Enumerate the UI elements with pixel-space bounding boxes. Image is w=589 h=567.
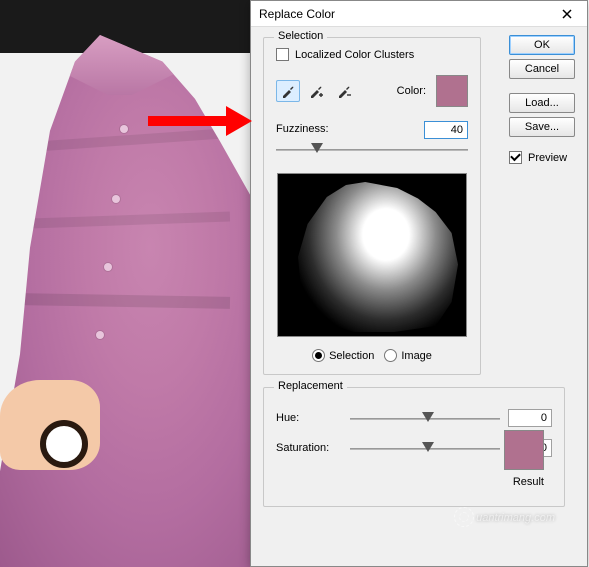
color-label: Color: (397, 85, 426, 97)
eyedropper-minus-icon (336, 83, 352, 99)
hue-slider[interactable] (350, 410, 500, 428)
fuzziness-slider[interactable] (276, 141, 468, 159)
result-label: Result (513, 476, 544, 488)
selection-legend: Selection (274, 30, 327, 42)
ok-button[interactable]: OK (509, 35, 575, 55)
result-color-swatch[interactable] (504, 430, 544, 470)
eyedropper-plus-icon (308, 83, 324, 99)
cancel-button[interactable]: Cancel (509, 59, 575, 79)
hue-input[interactable] (508, 409, 552, 427)
canvas-background (0, 0, 250, 567)
radio-selection-option[interactable]: Selection (312, 349, 374, 362)
eyedropper-add-tool[interactable] (304, 80, 328, 102)
radio-selection[interactable] (312, 349, 325, 362)
eyedropper-subtract-tool[interactable] (332, 80, 356, 102)
localized-clusters-checkbox[interactable] (276, 48, 289, 61)
fuzziness-thumb[interactable] (311, 143, 323, 153)
saturation-slider[interactable] (350, 440, 500, 458)
selection-group: Selection Localized Color Clusters Color… (263, 37, 481, 375)
selection-preview[interactable] (277, 173, 467, 337)
saturation-thumb[interactable] (422, 442, 434, 452)
dialog-title: Replace Color (259, 7, 547, 21)
subject-watch (40, 420, 88, 468)
fuzziness-input[interactable] (424, 121, 468, 139)
preview-checkbox[interactable] (509, 151, 522, 164)
eyedropper-tool[interactable] (276, 80, 300, 102)
selection-color-swatch[interactable] (436, 75, 468, 107)
hue-label: Hue: (276, 412, 342, 424)
hue-thumb[interactable] (422, 412, 434, 422)
localized-clusters-label: Localized Color Clusters (295, 49, 414, 61)
fuzziness-label: Fuzziness: (276, 123, 424, 135)
load-button[interactable]: Load... (509, 93, 575, 113)
preview-mask (298, 182, 458, 332)
dialog-titlebar[interactable]: Replace Color (251, 1, 587, 27)
close-icon (562, 9, 572, 19)
replacement-group: Replacement Hue: Saturation: (263, 387, 565, 507)
preview-label: Preview (528, 152, 567, 164)
saturation-label: Saturation: (276, 442, 342, 454)
radio-image-label: Image (401, 350, 432, 362)
radio-selection-label: Selection (329, 350, 374, 362)
replacement-legend: Replacement (274, 380, 347, 392)
radio-image-option[interactable]: Image (384, 349, 432, 362)
dialog-side-buttons: OK Cancel Load... Save... Preview (509, 35, 575, 164)
close-button[interactable] (547, 1, 587, 27)
radio-image[interactable] (384, 349, 397, 362)
eyedropper-icon (280, 83, 296, 99)
save-button[interactable]: Save... (509, 117, 575, 137)
app-chrome-strip (0, 0, 250, 53)
annotation-arrow (148, 108, 258, 136)
replace-color-dialog: Replace Color OK Cancel Load... Save... … (250, 0, 588, 567)
